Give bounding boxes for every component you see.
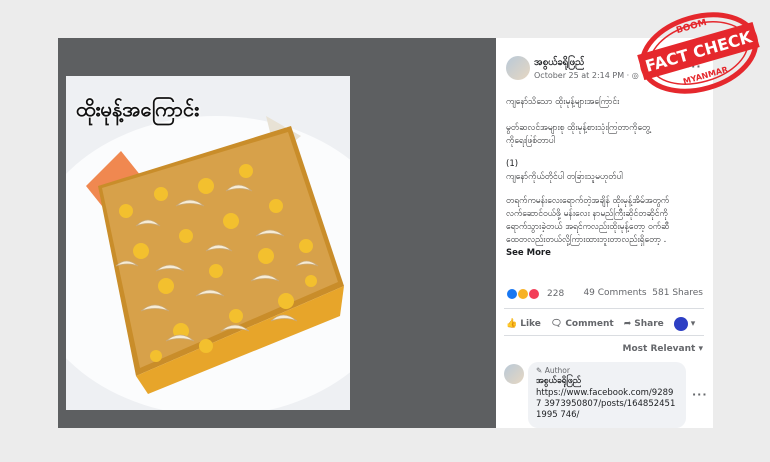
comment-button[interactable]: 🗨 Comment <box>551 319 614 329</box>
post-line: တရက်ကမန်းလေးရောက်တဲ့အချိန် ထိုးမုန့်အိမ်… <box>506 196 670 206</box>
reactions-summary[interactable]: 228 <box>506 288 564 300</box>
like-button[interactable]: 👍 Like <box>506 319 541 329</box>
see-more-link[interactable]: See More <box>506 247 704 260</box>
post-line: ထေတလည်းတယ်လို့ကြားထားဘူးတာလည်းရှိတော့ ..… <box>506 235 666 245</box>
share-button[interactable]: ➦ Share <box>624 319 664 329</box>
image-overlay-title: ထိုးမုန့်အကြောင်း <box>76 97 200 121</box>
shares-count[interactable]: 581 Shares <box>652 288 703 298</box>
comments-count[interactable]: 49 Comments <box>583 288 646 298</box>
engagement-counts: 49 Comments 581 Shares <box>583 288 703 298</box>
comment-bubble: ✎ Author အစွယ်ခရိုဖြည် https://www.faceb… <box>528 362 686 428</box>
page-avatar[interactable] <box>506 56 530 80</box>
divider <box>504 335 704 336</box>
fact-check-stamp-graphic: BOOM FACT CHECK MYANMAR <box>637 12 760 94</box>
post-line: (1) <box>506 159 519 169</box>
post-line: လက်ဆောင်ဝယ်ဖို့ မန်းလေး နာမည်ကြီးဆိုင်တဆ… <box>506 209 668 219</box>
love-reaction-icon <box>528 288 540 300</box>
thumbs-up-icon: 👍 <box>506 319 518 329</box>
audience-picker[interactable]: ▾ <box>673 317 696 331</box>
profile-picker-icon <box>673 317 688 331</box>
comment-icon: 🗨 <box>550 319 563 329</box>
post-line: ကျနော်ကိုယ်တိုင်ပါ တခြားသူမဟုတ်ပါ <box>506 172 623 182</box>
reactions-count: 228 <box>547 289 565 299</box>
screenshot-frame: ထိုးမုန့်အကြောင်း အစွယ်ခရိုဖြည် October … <box>58 38 713 428</box>
commenter-avatar[interactable] <box>504 364 524 384</box>
fact-check-stamp: BOOM FACT CHECK MYANMAR <box>633 8 765 98</box>
dessert-illustration <box>66 116 350 410</box>
pencil-icon: ✎ <box>536 366 543 375</box>
page-name[interactable]: အစွယ်ခရိုဖြည် <box>534 56 584 70</box>
comment-link[interactable]: https://www.facebook.com/92897 397395080… <box>536 388 678 421</box>
post-line: ရောက်သွားခဲ့တယ် အရင်ကလည်းထိုးမုန့်တော့ ဝ… <box>506 222 670 232</box>
post-line: ကိုရေးဖြစ်တာပါ <box>506 136 556 146</box>
author-badge: ✎ Author <box>536 366 570 375</box>
divider <box>504 308 704 309</box>
post-timestamp[interactable]: October 25 at 2:14 PM · ◎ <box>534 71 639 80</box>
post-image-panel[interactable]: ထိုးမုန့်အကြောင်း <box>58 38 496 428</box>
chevron-down-icon: ▾ <box>698 344 703 354</box>
sort-dropdown[interactable]: Most Relevant ▾ <box>623 344 703 354</box>
post-actions: 👍 Like 🗨 Comment ➦ Share ▾ <box>506 317 706 331</box>
post-line: မွတ်ဆလင်အများစု ထိုးမုန့်စားသုံးကြတာကိုတ… <box>506 123 651 133</box>
comment-options-icon[interactable]: ··· <box>692 388 708 401</box>
chevron-down-icon: ▾ <box>690 319 696 329</box>
share-icon: ➦ <box>623 319 632 329</box>
commenter-name[interactable]: အစွယ်ခရိုဖြည် <box>536 376 678 388</box>
post-photo: ထိုးမုန့်အကြောင်း <box>66 76 350 410</box>
